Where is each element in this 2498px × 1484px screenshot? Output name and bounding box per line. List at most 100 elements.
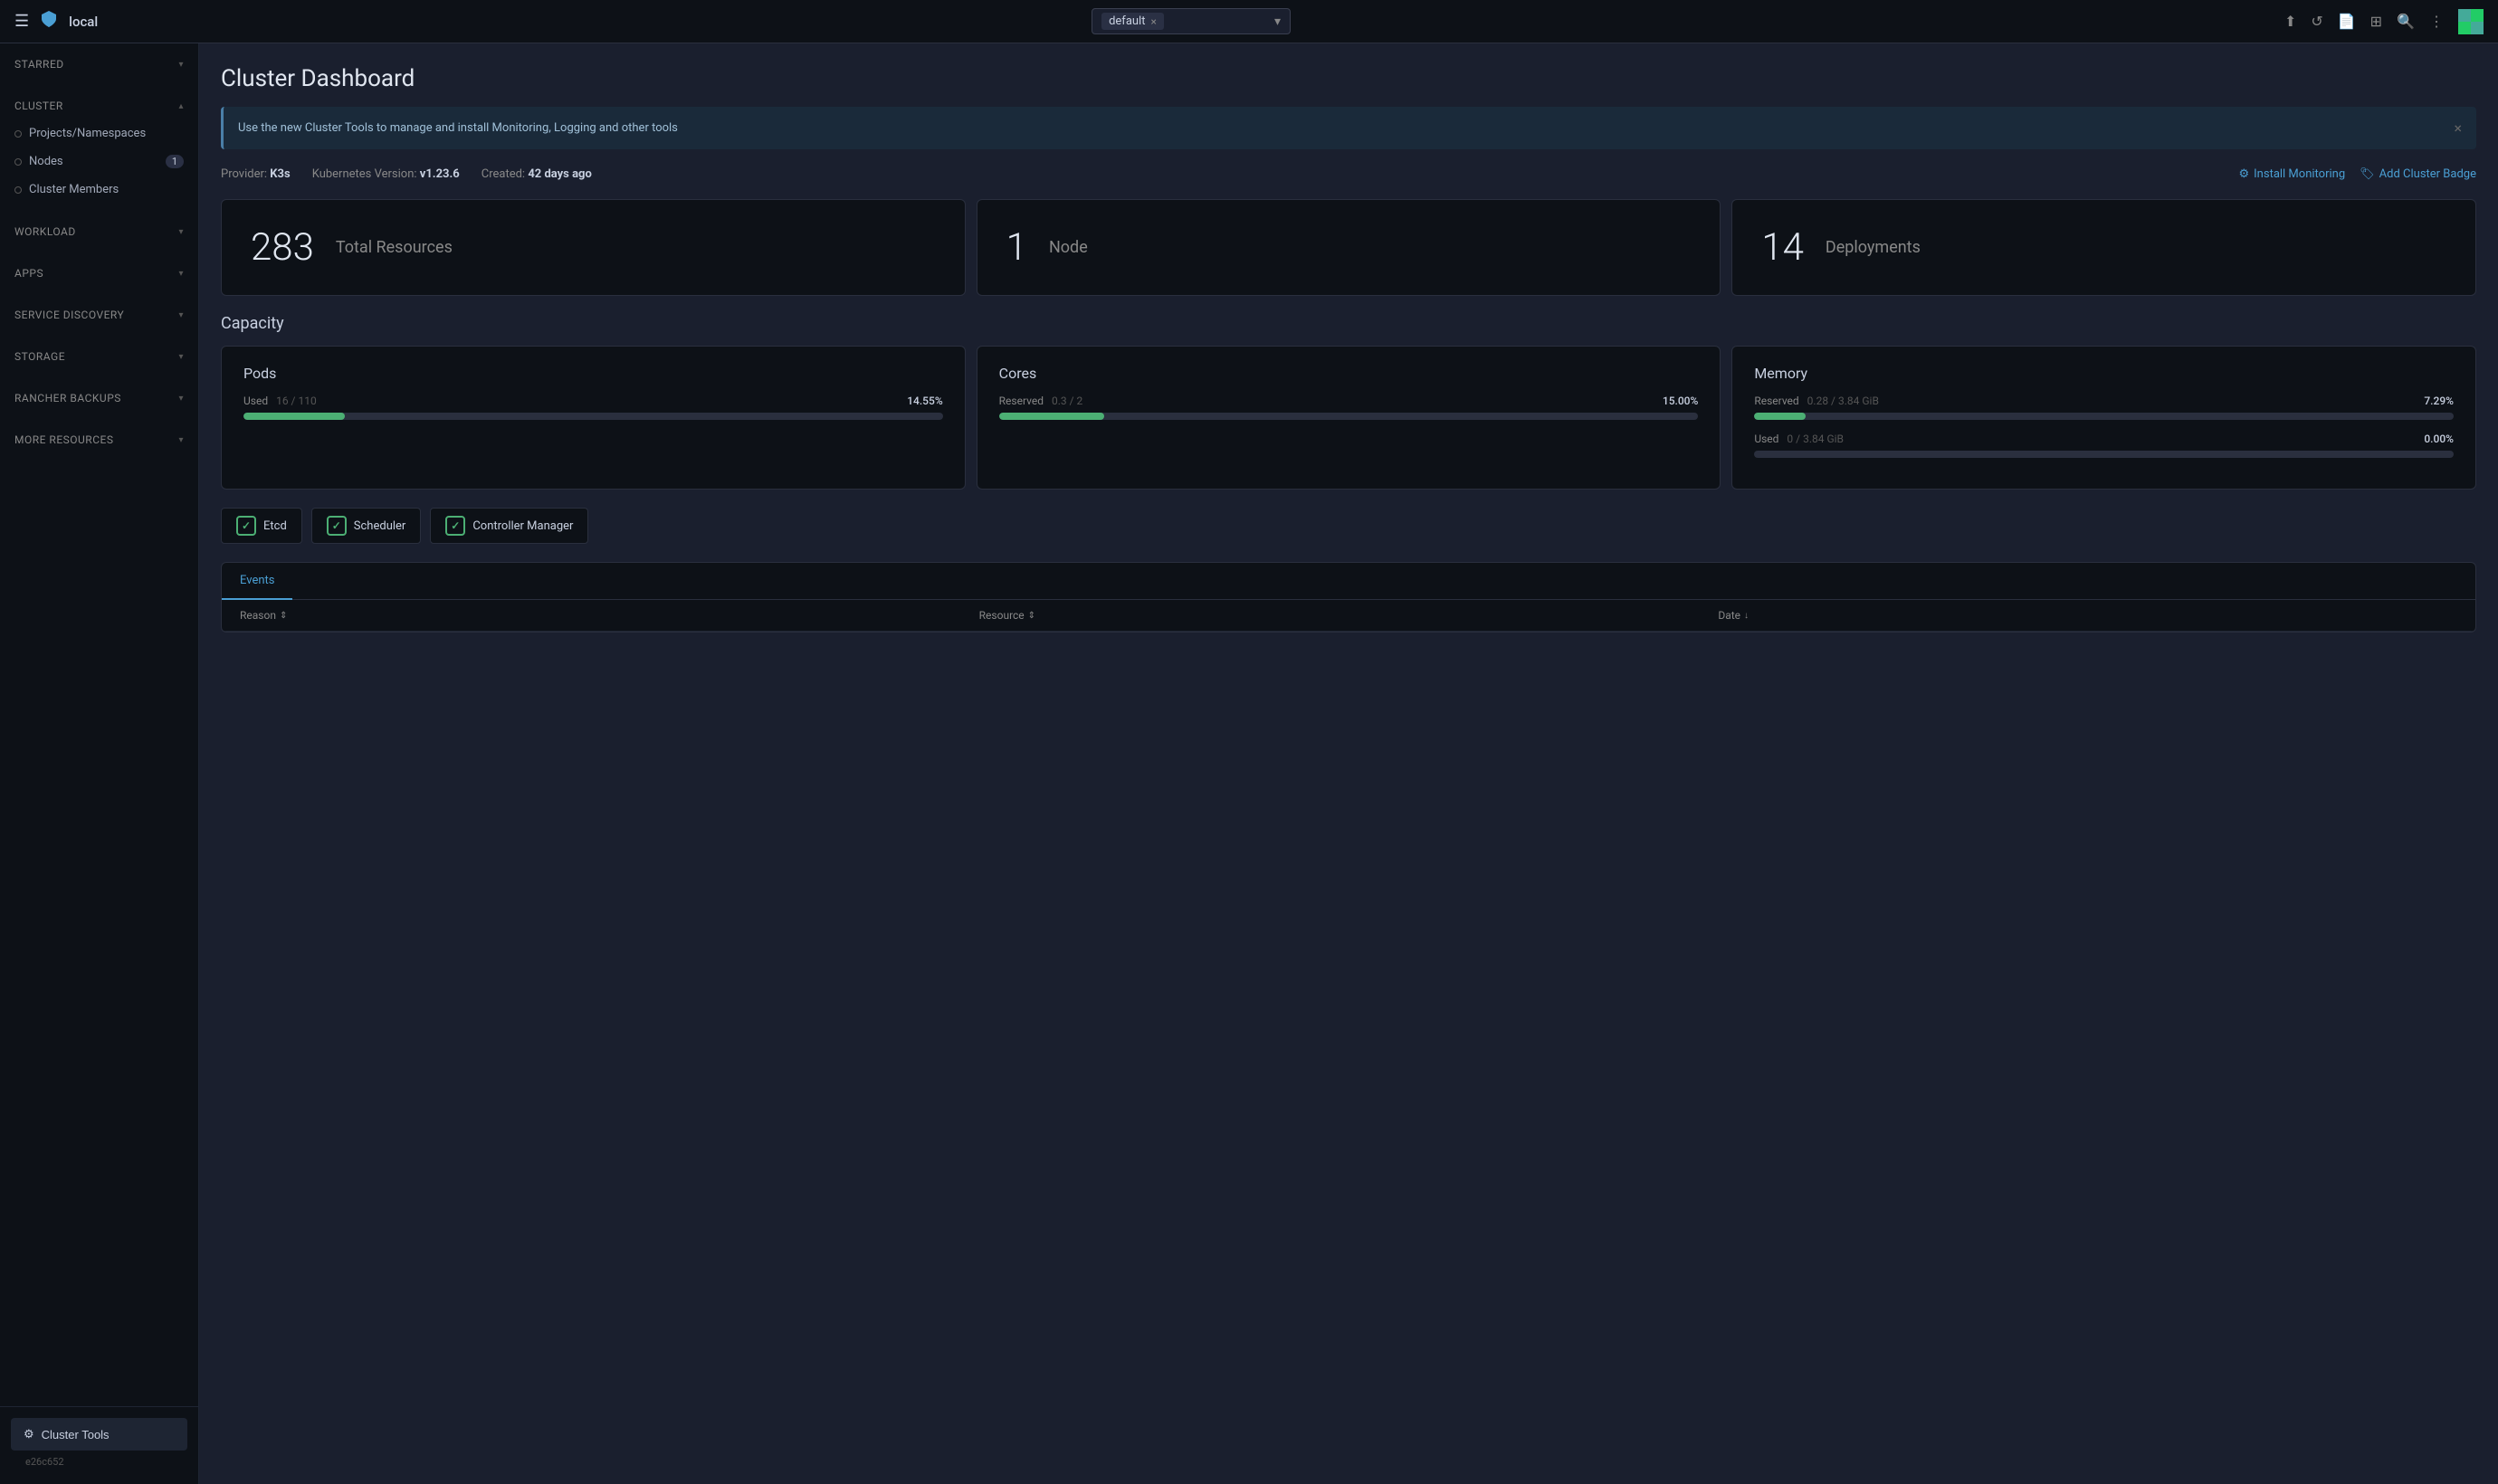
k8s-version-value: v1.23.6 xyxy=(420,167,460,181)
sidebar-cluster-label: Cluster xyxy=(14,100,63,112)
file-icon[interactable]: 📄 xyxy=(2338,13,2356,30)
sidebar-storage-header[interactable]: Storage ▾ xyxy=(0,343,198,370)
stat-card-resources: 283 Total Resources xyxy=(221,199,966,296)
pods-used-row: Used 16 / 110 14.55% xyxy=(243,395,943,407)
storage-chevron-icon: ▾ xyxy=(178,352,184,362)
sidebar-service-discovery-label: Service Discovery xyxy=(14,309,124,321)
main-content: Cluster Dashboard Use the new Cluster To… xyxy=(199,43,2498,1484)
etcd-label: Etcd xyxy=(263,519,287,533)
cores-progress-bar xyxy=(999,413,1699,420)
events-tab[interactable]: Events xyxy=(222,563,292,600)
memory-used-row: Used 0 / 3.84 GiB 0.00% xyxy=(1754,433,2454,445)
memory-reserved-label: Reserved xyxy=(1754,395,1798,407)
add-cluster-badge-link[interactable]: 🏷 Add Cluster Badge xyxy=(2360,167,2476,181)
stats-row: 283 Total Resources 1 Node 14 Deployment… xyxy=(221,199,2476,296)
date-col-label: Date xyxy=(1718,609,1740,622)
main-layout: Starred ▾ Cluster ▴ Projects/Namespaces … xyxy=(0,43,2498,1484)
pods-progress-bar xyxy=(243,413,943,420)
sidebar-apps-section: Apps ▾ xyxy=(0,252,198,294)
memory-reserved-percent: 7.29% xyxy=(2424,395,2454,407)
more-icon[interactable]: ⋮ xyxy=(2429,13,2444,30)
hamburger-icon[interactable]: ☰ xyxy=(14,12,29,31)
events-section: Events Reason ⇕ Resource ⇕ Date ↓ xyxy=(221,562,2476,633)
monitoring-gear-icon: ⚙ xyxy=(2238,167,2249,181)
sidebar-cluster-header[interactable]: Cluster ▴ xyxy=(0,92,198,119)
pods-title: Pods xyxy=(243,365,943,382)
created-label: Created: 42 days ago xyxy=(481,167,592,181)
k8s-version-label: Kubernetes Version: v1.23.6 xyxy=(312,167,460,181)
resource-col-label: Resource xyxy=(979,609,1025,622)
version-text: e26c652 xyxy=(11,1451,187,1473)
sidebar-rancher-backups-label: Rancher Backups xyxy=(14,392,121,404)
sidebar-more-resources-header[interactable]: More Resources ▾ xyxy=(0,426,198,453)
memory-title: Memory xyxy=(1754,365,2454,382)
sidebar-service-discovery-header[interactable]: Service Discovery ▾ xyxy=(0,301,198,328)
stat-card-nodes: 1 Node xyxy=(977,199,1721,296)
cluster-tools-button[interactable]: ⚙ Cluster Tools xyxy=(11,1418,187,1451)
memory-reserved-bar xyxy=(1754,413,2454,420)
pods-used-label: Used xyxy=(243,395,268,407)
cluster-meta-actions: ⚙ Install Monitoring 🏷 Add Cluster Badge xyxy=(2238,167,2476,181)
namespace-close-icon[interactable]: × xyxy=(1150,15,1156,28)
namespace-selector[interactable]: default × ▾ xyxy=(1092,8,1291,34)
sidebar-starred-label: Starred xyxy=(14,58,64,71)
nodes-label: Node xyxy=(1049,238,1088,257)
info-banner-close-icon[interactable]: × xyxy=(2454,119,2462,137)
cluster-meta: Provider: K3s Kubernetes Version: v1.23.… xyxy=(221,167,2476,181)
badge-icon: 🏷 xyxy=(2360,167,2375,181)
events-col-reason[interactable]: Reason ⇕ xyxy=(240,609,979,622)
cluster-name: local xyxy=(69,14,98,30)
nodes-count-badge: 1 xyxy=(166,155,184,168)
events-col-resource[interactable]: Resource ⇕ xyxy=(979,609,1719,622)
pods-progress-fill xyxy=(243,413,345,420)
projects-dot-icon xyxy=(14,130,22,138)
sidebar-item-projects[interactable]: Projects/Namespaces xyxy=(0,119,198,147)
info-banner-text: Use the new Cluster Tools to manage and … xyxy=(238,121,678,135)
deployments-number: 14 xyxy=(1761,225,1804,270)
topbar-left: ☰ local xyxy=(14,8,98,35)
date-sort-icon: ↓ xyxy=(1744,611,1749,621)
search-icon[interactable]: 🔍 xyxy=(2397,13,2415,30)
capacity-row: Pods Used 16 / 110 14.55% Cores Rese xyxy=(221,346,2476,490)
topbar: ☰ local default × ▾ ⬆ ↺ 📄 ⊞ 🔍 ⋮ xyxy=(0,0,2498,43)
info-banner: Use the new Cluster Tools to manage and … xyxy=(221,107,2476,149)
grid-icon[interactable]: ⊞ xyxy=(2370,13,2382,30)
sidebar-item-cluster-members[interactable]: Cluster Members xyxy=(0,176,198,204)
install-monitoring-link[interactable]: ⚙ Install Monitoring xyxy=(2238,167,2345,181)
workload-chevron-icon: ▾ xyxy=(178,227,184,237)
nodes-dot-icon xyxy=(14,158,22,166)
logo-icon xyxy=(38,8,60,35)
cores-progress-fill xyxy=(999,413,1104,420)
refresh-icon[interactable]: ↺ xyxy=(2311,13,2322,30)
cores-reserved-row: Reserved 0.3 / 2 15.00% xyxy=(999,395,1699,407)
sidebar-more-resources-label: More Resources xyxy=(14,433,113,446)
sidebar-service-discovery-section: Service Discovery ▾ xyxy=(0,294,198,336)
events-col-date[interactable]: Date ↓ xyxy=(1718,609,2457,622)
sidebar-apps-header[interactable]: Apps ▾ xyxy=(0,260,198,287)
sidebar-cluster-section: Cluster ▴ Projects/Namespaces Nodes 1 Cl… xyxy=(0,85,198,211)
sidebar-rancher-backups-section: Rancher Backups ▾ xyxy=(0,377,198,419)
memory-reserved-values: 0.28 / 3.84 GiB xyxy=(1807,395,1879,407)
resource-sort-icon: ⇕ xyxy=(1028,611,1035,621)
sidebar-starred-header[interactable]: Starred ▾ xyxy=(0,51,198,78)
sidebar-item-nodes-label: Nodes xyxy=(29,155,63,168)
memory-used-values: 0 / 3.84 GiB xyxy=(1787,433,1844,445)
sidebar-item-nodes[interactable]: Nodes 1 xyxy=(0,147,198,176)
total-resources-number: 283 xyxy=(251,225,314,270)
sidebar-workload-header[interactable]: Workload ▾ xyxy=(0,218,198,245)
namespace-dropdown-icon[interactable]: ▾ xyxy=(1274,14,1281,29)
events-table-header: Reason ⇕ Resource ⇕ Date ↓ xyxy=(222,600,2475,632)
memory-reserved-row: Reserved 0.28 / 3.84 GiB 7.29% xyxy=(1754,395,2454,407)
status-badges-row: ✓ Etcd ✓ Scheduler ✓ Controller Manager xyxy=(221,508,2476,544)
sidebar-workload-section: Workload ▾ xyxy=(0,211,198,252)
capacity-card-memory: Memory Reserved 0.28 / 3.84 GiB 7.29% Us… xyxy=(1731,346,2476,490)
upload-icon[interactable]: ⬆ xyxy=(2284,13,2296,30)
capacity-card-cores: Cores Reserved 0.3 / 2 15.00% xyxy=(977,346,1721,490)
deployments-label: Deployments xyxy=(1826,238,1921,257)
cores-reserved-percent: 15.00% xyxy=(1663,395,1698,407)
starred-chevron-icon: ▾ xyxy=(178,60,184,70)
controller-manager-label: Controller Manager xyxy=(472,519,573,533)
namespace-value: default xyxy=(1109,14,1145,28)
sidebar-storage-label: Storage xyxy=(14,350,65,363)
sidebar-rancher-backups-header[interactable]: Rancher Backups ▾ xyxy=(0,385,198,412)
